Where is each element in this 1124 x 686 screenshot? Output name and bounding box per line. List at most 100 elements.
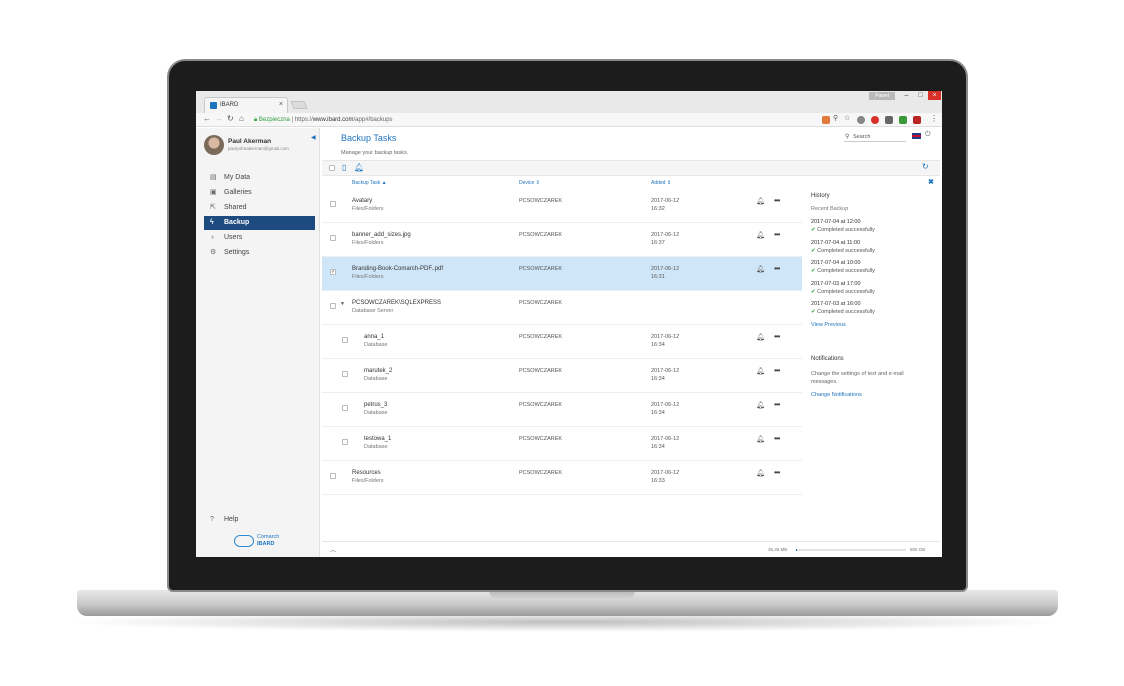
refresh-icon[interactable]: ↻ [922, 162, 929, 171]
row-checkbox[interactable] [342, 337, 348, 343]
chevron-up-icon[interactable]: ︿ [330, 545, 336, 554]
table-row[interactable]: petrus_3 Database PCSOWCZAREK 2017-06-12… [322, 393, 802, 427]
table-row-selected[interactable]: ✓ Branding-Book-Comarch-PDF..pdf Files/F… [322, 257, 802, 291]
search-placeholder: Search [853, 134, 871, 140]
row-checkbox[interactable] [330, 235, 336, 241]
bell-icon[interactable]: 🔔︎ [756, 367, 765, 375]
browser-addressbar: ← → ↻ ⌂ 🔒︎ Bezpieczna | https://www.ibar… [196, 113, 942, 127]
collapse-sidebar-icon[interactable]: ◀ [311, 134, 316, 141]
task-type: Database [364, 444, 388, 450]
extension-icon[interactable] [885, 116, 893, 124]
browser-tab[interactable]: IBARD × [204, 97, 288, 113]
language-flag-icon[interactable] [912, 133, 921, 139]
column-backup-task[interactable]: Backup Task ▲ [352, 180, 387, 186]
sidebar-item-label: My Data [224, 174, 251, 181]
more-options-icon[interactable]: ••• [774, 332, 780, 341]
select-all-checkbox[interactable] [329, 165, 335, 171]
menu-kebab-icon[interactable]: ⋮ [930, 114, 938, 123]
task-type: Files/Folders [352, 478, 384, 484]
row-checkbox[interactable] [342, 439, 348, 445]
more-options-icon[interactable]: ••• [774, 434, 780, 443]
row-checkbox[interactable] [342, 405, 348, 411]
user-name: Paul Akerman [228, 138, 272, 145]
back-arrow-icon[interactable]: ← [203, 114, 211, 123]
bell-icon[interactable]: 🔔︎ [756, 231, 765, 239]
sidebar-item-shared[interactable]: ⇱ Shared [204, 201, 315, 215]
url-scheme: https:// [294, 117, 313, 123]
task-type: Database [364, 342, 388, 348]
table-row[interactable]: anna_1 Database PCSOWCZAREK 2017-06-12 1… [322, 325, 802, 359]
row-checkbox[interactable] [330, 303, 336, 309]
avatar[interactable] [204, 135, 224, 155]
tab-close-icon[interactable]: × [279, 101, 283, 108]
window-user-badge[interactable]: Paweł [869, 92, 895, 100]
more-options-icon[interactable]: ••• [774, 366, 780, 375]
change-notifications-link[interactable]: Change Notifications [811, 392, 862, 398]
bell-icon[interactable]: 🔔︎ [756, 265, 765, 273]
more-options-icon[interactable]: ••• [774, 196, 780, 205]
table-row[interactable]: banner_add_sizes.jpg Files/Folders PCSOW… [322, 223, 802, 257]
star-icon[interactable]: ☆ [844, 114, 850, 122]
extension-icon[interactable] [822, 116, 830, 124]
task-name: PCSOWCZAREK\SQLEXPRESS [352, 300, 442, 306]
new-tab-button[interactable] [290, 101, 308, 109]
extension-icon[interactable] [899, 116, 907, 124]
task-name: petrus_3 [364, 402, 388, 408]
sidebar-item-settings[interactable]: ⚙ Settings [204, 246, 315, 260]
clipboard-icon[interactable]: ▯ [342, 163, 346, 172]
bell-icon[interactable]: 🔔︎ [354, 163, 364, 172]
close-panel-icon[interactable]: ✖ [928, 178, 934, 186]
pin-icon[interactable]: ⚲ [833, 114, 838, 122]
search-icon: ⚲ [845, 134, 850, 140]
sidebar-item-galleries[interactable]: ▣ Galleries [204, 186, 315, 200]
column-added[interactable]: Added ⇕ [651, 180, 671, 186]
pdf-icon[interactable] [913, 116, 921, 124]
bell-icon[interactable]: 🔔︎ [756, 333, 765, 341]
table-row-group[interactable]: ▼ PCSOWCZAREK\SQLEXPRESS Database Server… [322, 291, 802, 325]
table-row[interactable]: marutek_2 Database PCSOWCZAREK 2017-06-1… [322, 359, 802, 393]
url-field[interactable]: 🔒︎ Bezpieczna | https://www.ibard.com/ap… [254, 115, 810, 125]
sidebar-item-label: Galleries [224, 189, 252, 196]
check-icon: ✔ [811, 227, 816, 233]
column-device[interactable]: Device ⇕ [519, 180, 540, 186]
bell-icon[interactable]: 🔔︎ [756, 197, 765, 205]
ibard-app: ◀ Paul Akerman paulyohnakerman@gmail.com… [196, 128, 942, 557]
sidebar-item-my-data[interactable]: ▤ My Data [204, 171, 315, 185]
minimize-button[interactable]: – [900, 91, 913, 100]
reload-icon[interactable]: ↻ [227, 114, 234, 123]
adblock-icon[interactable] [871, 116, 879, 124]
view-previous-link[interactable]: View Previous [811, 322, 846, 328]
table-row[interactable]: testowa_1 Database PCSOWCZAREK 2017-06-1… [322, 427, 802, 461]
row-checkbox[interactable] [330, 201, 336, 207]
search-input[interactable]: ⚲ Search [844, 132, 906, 142]
task-type: Database Server [352, 308, 394, 314]
task-device: PCSOWCZAREK [519, 334, 563, 340]
power-icon[interactable]: ⏻ [925, 131, 931, 139]
table-row[interactable]: Resources Files/Folders PCSOWCZAREK 2017… [322, 461, 802, 495]
row-checkbox-checked[interactable]: ✓ [330, 269, 336, 275]
sidebar-item-backup[interactable]: ϟ Backup [204, 216, 315, 230]
row-checkbox[interactable] [330, 473, 336, 479]
history-subtitle: Recent Backup [811, 206, 849, 212]
bell-icon[interactable]: 🔔︎ [756, 435, 765, 443]
more-options-icon[interactable]: ••• [774, 264, 780, 273]
table-row[interactable]: Avatary Files/Folders PCSOWCZAREK 2017-0… [322, 189, 802, 223]
users-icon: ♁ [210, 234, 216, 241]
help-link[interactable]: ? Help [204, 514, 304, 526]
more-options-icon[interactable]: ••• [774, 230, 780, 239]
bell-icon[interactable]: 🔔︎ [756, 401, 765, 409]
window-close-button[interactable]: × [928, 91, 941, 100]
extension-icon[interactable] [857, 116, 865, 124]
forward-arrow-icon[interactable]: → [215, 114, 223, 123]
expand-caret-icon[interactable]: ▼ [340, 301, 345, 307]
sidebar: ◀ Paul Akerman paulyohnakerman@gmail.com… [196, 128, 320, 557]
home-icon[interactable]: ⌂ [239, 114, 244, 123]
sidebar-item-users[interactable]: ♁ Users [204, 231, 315, 245]
more-options-icon[interactable]: ••• [774, 400, 780, 409]
more-options-icon[interactable]: ••• [774, 468, 780, 477]
row-checkbox[interactable] [342, 371, 348, 377]
maximize-button[interactable]: □ [914, 91, 927, 100]
gear-icon: ⚙ [210, 249, 217, 256]
table-header: Backup Task ▲ Device ⇕ Added ⇕ [322, 178, 802, 188]
bell-icon[interactable]: 🔔︎ [756, 469, 765, 477]
